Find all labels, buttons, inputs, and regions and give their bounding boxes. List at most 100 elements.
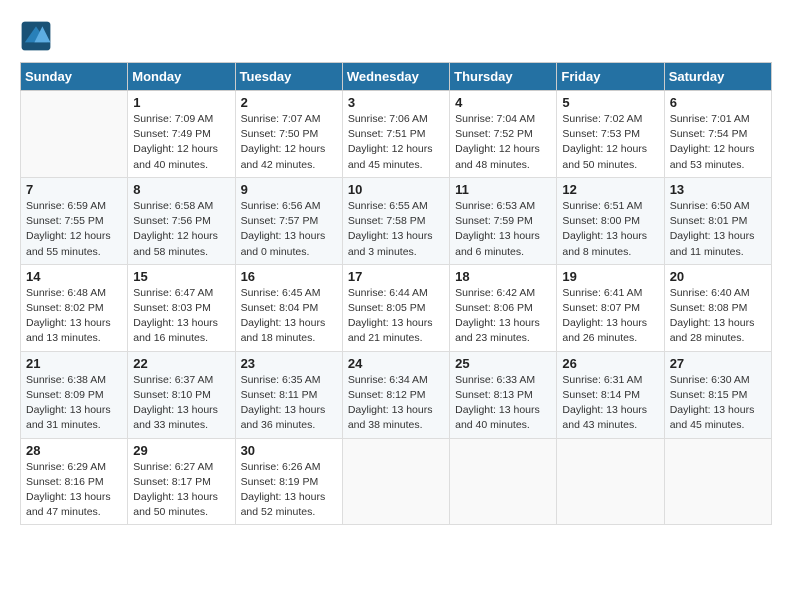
calendar-cell: 11 Sunrise: 6:53 AM Sunset: 7:59 PM Dayli… (450, 177, 557, 264)
calendar-cell: 13 Sunrise: 6:50 AM Sunset: 8:01 PM Dayli… (664, 177, 771, 264)
day-info: Sunrise: 7:01 AM Sunset: 7:54 PM Dayligh… (670, 112, 766, 173)
day-number: 6 (670, 95, 766, 110)
day-number: 29 (133, 443, 229, 458)
day-number: 3 (348, 95, 444, 110)
day-info: Sunrise: 6:58 AM Sunset: 7:56 PM Dayligh… (133, 199, 229, 260)
weekday-header-thursday: Thursday (450, 63, 557, 91)
logo-icon (20, 20, 52, 52)
day-info: Sunrise: 6:48 AM Sunset: 8:02 PM Dayligh… (26, 286, 122, 347)
day-info: Sunrise: 6:44 AM Sunset: 8:05 PM Dayligh… (348, 286, 444, 347)
weekday-header-tuesday: Tuesday (235, 63, 342, 91)
weekday-header-monday: Monday (128, 63, 235, 91)
calendar-cell: 28Sunrise: 6:29 AM Sunset: 8:16 PM Dayli… (21, 438, 128, 525)
day-info: Sunrise: 7:06 AM Sunset: 7:51 PM Dayligh… (348, 112, 444, 173)
calendar-header-row: SundayMondayTuesdayWednesdayThursdayFrid… (21, 63, 772, 91)
day-info: Sunrise: 6:29 AM Sunset: 8:16 PM Dayligh… (26, 460, 122, 521)
day-info: Sunrise: 6:40 AM Sunset: 8:08 PM Dayligh… (670, 286, 766, 347)
day-info: Sunrise: 6:27 AM Sunset: 8:17 PM Dayligh… (133, 460, 229, 521)
day-number: 12 (562, 182, 658, 197)
day-number: 23 (241, 356, 337, 371)
day-number: 17 (348, 269, 444, 284)
calendar-table: SundayMondayTuesdayWednesdayThursdayFrid… (20, 62, 772, 525)
calendar-cell: 23Sunrise: 6:35 AM Sunset: 8:11 PM Dayli… (235, 351, 342, 438)
day-info: Sunrise: 6:33 AM Sunset: 8:13 PM Dayligh… (455, 373, 551, 434)
calendar-cell: 25 Sunrise: 6:33 AM Sunset: 8:13 PM Dayli… (450, 351, 557, 438)
day-number: 11 (455, 182, 551, 197)
calendar-cell: 3 Sunrise: 7:06 AM Sunset: 7:51 PM Daylig… (342, 91, 449, 178)
logo (20, 20, 56, 52)
calendar-cell: 12 Sunrise: 6:51 AM Sunset: 8:00 PM Dayli… (557, 177, 664, 264)
weekday-header-sunday: Sunday (21, 63, 128, 91)
calendar-week-5: 28Sunrise: 6:29 AM Sunset: 8:16 PM Dayli… (21, 438, 772, 525)
calendar-cell: 16 Sunrise: 6:45 AM Sunset: 8:04 PM Dayli… (235, 264, 342, 351)
calendar-cell: 19 Sunrise: 6:41 AM Sunset: 8:07 PM Dayli… (557, 264, 664, 351)
calendar-cell: 24 Sunrise: 6:34 AM Sunset: 8:12 PM Dayli… (342, 351, 449, 438)
day-number: 27 (670, 356, 766, 371)
calendar-cell: 22Sunrise: 6:37 AM Sunset: 8:10 PM Dayli… (128, 351, 235, 438)
calendar-cell (664, 438, 771, 525)
calendar-cell: 14 Sunrise: 6:48 AM Sunset: 8:02 PM Dayli… (21, 264, 128, 351)
day-info: Sunrise: 6:31 AM Sunset: 8:14 PM Dayligh… (562, 373, 658, 434)
calendar-week-1: 1Sunrise: 7:09 AM Sunset: 7:49 PM Daylig… (21, 91, 772, 178)
calendar-cell: 29 Sunrise: 6:27 AM Sunset: 8:17 PM Dayli… (128, 438, 235, 525)
day-number: 5 (562, 95, 658, 110)
day-number: 24 (348, 356, 444, 371)
day-number: 4 (455, 95, 551, 110)
day-info: Sunrise: 7:04 AM Sunset: 7:52 PM Dayligh… (455, 112, 551, 173)
calendar-cell (450, 438, 557, 525)
day-number: 20 (670, 269, 766, 284)
day-info: Sunrise: 6:41 AM Sunset: 8:07 PM Dayligh… (562, 286, 658, 347)
weekday-header-wednesday: Wednesday (342, 63, 449, 91)
calendar-cell (21, 91, 128, 178)
day-info: Sunrise: 6:50 AM Sunset: 8:01 PM Dayligh… (670, 199, 766, 260)
day-number: 15 (133, 269, 229, 284)
day-number: 9 (241, 182, 337, 197)
calendar-cell: 18 Sunrise: 6:42 AM Sunset: 8:06 PM Dayli… (450, 264, 557, 351)
day-info: Sunrise: 6:47 AM Sunset: 8:03 PM Dayligh… (133, 286, 229, 347)
day-info: Sunrise: 6:34 AM Sunset: 8:12 PM Dayligh… (348, 373, 444, 434)
calendar-cell: 9Sunrise: 6:56 AM Sunset: 7:57 PM Daylig… (235, 177, 342, 264)
calendar-cell: 27 Sunrise: 6:30 AM Sunset: 8:15 PM Dayli… (664, 351, 771, 438)
day-number: 16 (241, 269, 337, 284)
day-info: Sunrise: 7:02 AM Sunset: 7:53 PM Dayligh… (562, 112, 658, 173)
calendar-cell: 20 Sunrise: 6:40 AM Sunset: 8:08 PM Dayli… (664, 264, 771, 351)
day-number: 7 (26, 182, 122, 197)
day-info: Sunrise: 6:42 AM Sunset: 8:06 PM Dayligh… (455, 286, 551, 347)
day-number: 30 (241, 443, 337, 458)
day-number: 25 (455, 356, 551, 371)
calendar-cell: 7 Sunrise: 6:59 AM Sunset: 7:55 PM Daylig… (21, 177, 128, 264)
day-info: Sunrise: 7:09 AM Sunset: 7:49 PM Dayligh… (133, 112, 229, 173)
calendar-cell: 10Sunrise: 6:55 AM Sunset: 7:58 PM Dayli… (342, 177, 449, 264)
calendar-cell: 1Sunrise: 7:09 AM Sunset: 7:49 PM Daylig… (128, 91, 235, 178)
day-number: 19 (562, 269, 658, 284)
day-number: 13 (670, 182, 766, 197)
calendar-week-4: 21 Sunrise: 6:38 AM Sunset: 8:09 PM Dayli… (21, 351, 772, 438)
weekday-header-friday: Friday (557, 63, 664, 91)
calendar-cell: 21 Sunrise: 6:38 AM Sunset: 8:09 PM Dayli… (21, 351, 128, 438)
day-info: Sunrise: 6:45 AM Sunset: 8:04 PM Dayligh… (241, 286, 337, 347)
day-number: 8 (133, 182, 229, 197)
calendar-week-3: 14 Sunrise: 6:48 AM Sunset: 8:02 PM Dayli… (21, 264, 772, 351)
calendar-cell: 8 Sunrise: 6:58 AM Sunset: 7:56 PM Daylig… (128, 177, 235, 264)
day-info: Sunrise: 6:30 AM Sunset: 8:15 PM Dayligh… (670, 373, 766, 434)
day-number: 14 (26, 269, 122, 284)
day-number: 18 (455, 269, 551, 284)
day-info: Sunrise: 6:51 AM Sunset: 8:00 PM Dayligh… (562, 199, 658, 260)
day-info: Sunrise: 6:55 AM Sunset: 7:58 PM Dayligh… (348, 199, 444, 260)
day-number: 26 (562, 356, 658, 371)
calendar-cell (557, 438, 664, 525)
day-info: Sunrise: 6:38 AM Sunset: 8:09 PM Dayligh… (26, 373, 122, 434)
day-info: Sunrise: 6:53 AM Sunset: 7:59 PM Dayligh… (455, 199, 551, 260)
calendar-cell: 2Sunrise: 7:07 AM Sunset: 7:50 PM Daylig… (235, 91, 342, 178)
day-number: 21 (26, 356, 122, 371)
day-info: Sunrise: 6:59 AM Sunset: 7:55 PM Dayligh… (26, 199, 122, 260)
calendar-cell: 26 Sunrise: 6:31 AM Sunset: 8:14 PM Dayli… (557, 351, 664, 438)
weekday-header-saturday: Saturday (664, 63, 771, 91)
calendar-cell: 30 Sunrise: 6:26 AM Sunset: 8:19 PM Dayli… (235, 438, 342, 525)
day-number: 2 (241, 95, 337, 110)
calendar-cell: 17 Sunrise: 6:44 AM Sunset: 8:05 PM Dayli… (342, 264, 449, 351)
calendar-week-2: 7 Sunrise: 6:59 AM Sunset: 7:55 PM Daylig… (21, 177, 772, 264)
calendar-cell: 15 Sunrise: 6:47 AM Sunset: 8:03 PM Dayli… (128, 264, 235, 351)
day-info: Sunrise: 6:26 AM Sunset: 8:19 PM Dayligh… (241, 460, 337, 521)
day-info: Sunrise: 6:37 AM Sunset: 8:10 PM Dayligh… (133, 373, 229, 434)
